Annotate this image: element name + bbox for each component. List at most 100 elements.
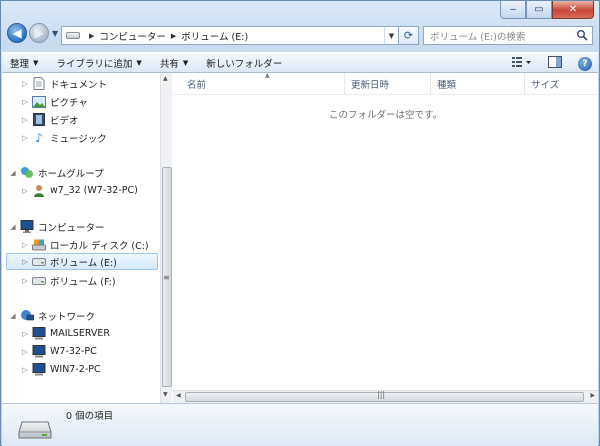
expand-arrow-icon[interactable]: ▷ bbox=[20, 187, 30, 195]
tree-item-pictures[interactable]: ▷ ピクチャ bbox=[2, 93, 158, 110]
tree-item-documents[interactable]: ▷ ドキュメント bbox=[2, 75, 158, 92]
expand-arrow-icon[interactable]: ▷ bbox=[20, 348, 30, 356]
organize-label: 整理 bbox=[10, 58, 30, 70]
nav-pane-scrollbar[interactable]: ▲ ≡ ▼ bbox=[160, 73, 172, 403]
collapse-arrow-icon[interactable]: ◢ bbox=[8, 223, 18, 231]
column-type[interactable]: 種類 bbox=[431, 73, 525, 95]
documents-icon bbox=[32, 77, 46, 91]
expand-arrow-icon[interactable]: ▷ bbox=[20, 258, 30, 266]
organize-menu[interactable]: 整理 ▼ bbox=[10, 56, 38, 70]
search-icon[interactable] bbox=[576, 29, 588, 44]
address-bar[interactable]: ▶ コンピューター ▶ ボリューム (E:) ▼ bbox=[61, 26, 399, 45]
tree-label: ボリューム (E:) bbox=[50, 257, 117, 269]
scroll-right-icon[interactable]: ▶ bbox=[590, 392, 595, 399]
tree-item-network[interactable]: ◢ ネットワーク bbox=[2, 307, 158, 324]
music-note-icon: ♪ bbox=[35, 130, 43, 145]
tree-label: ホームグループ bbox=[38, 168, 104, 180]
column-headers: ▲ 名前 更新日時 種類 サイズ bbox=[173, 72, 598, 95]
tree-item-mailserver[interactable]: ▷ MAILSERVER bbox=[2, 325, 158, 342]
collapse-arrow-icon[interactable]: ◢ bbox=[8, 312, 18, 320]
computer-icon bbox=[20, 220, 34, 234]
horizontal-scrollbar[interactable]: ◀ ||| ▶ bbox=[173, 390, 598, 403]
user-icon bbox=[32, 184, 46, 198]
column-modified-label: 更新日時 bbox=[351, 80, 390, 91]
tree-item-music[interactable]: ▷ ♪ ミュージック bbox=[2, 129, 158, 146]
expand-arrow-icon[interactable]: ▷ bbox=[20, 98, 30, 106]
tree-item-computer[interactable]: ◢ コンピューター bbox=[2, 218, 158, 235]
tree-label: ボリューム (F:) bbox=[50, 276, 116, 288]
expand-arrow-icon[interactable]: ▷ bbox=[20, 134, 30, 142]
new-folder-button[interactable]: 新しいフォルダー bbox=[206, 56, 282, 70]
tree-item-w7-32-pc[interactable]: ▷ W7-32-PC bbox=[2, 343, 158, 360]
recent-pages-dropdown-icon[interactable]: ▼ bbox=[52, 29, 58, 38]
preview-pane-icon[interactable] bbox=[548, 56, 562, 71]
chevron-down-icon: ▼ bbox=[182, 58, 189, 67]
breadcrumb-volume-e[interactable]: ボリューム (E:) bbox=[181, 29, 248, 43]
file-list-pane: ▲ 名前 更新日時 種類 サイズ このフォルダーは空です。 ◀ ||| ▶ bbox=[173, 72, 598, 403]
column-size[interactable]: サイズ bbox=[525, 73, 595, 95]
tree-item-win7-2-pc[interactable]: ▷ WIN7-2-PC bbox=[2, 361, 158, 378]
forward-button[interactable]: ▶ bbox=[29, 23, 49, 43]
tree-label: ローカル ディスク (C:) bbox=[50, 240, 149, 252]
expand-arrow-icon[interactable]: ▷ bbox=[20, 80, 30, 88]
back-button[interactable]: ◀ bbox=[7, 23, 27, 43]
tree-item-videos[interactable]: ▷ ビデオ bbox=[2, 111, 158, 128]
column-name[interactable]: 名前 bbox=[173, 73, 345, 95]
scroll-up-icon[interactable]: ▲ bbox=[163, 75, 168, 82]
network-computer-icon bbox=[32, 327, 46, 341]
scroll-left-icon[interactable]: ◀ bbox=[176, 392, 181, 399]
tree-label: MAILSERVER bbox=[50, 328, 111, 339]
item-count: 0 個の項目 bbox=[66, 411, 114, 422]
tree-label: ビデオ bbox=[50, 115, 79, 127]
breadcrumb-arrow-icon[interactable]: ▶ bbox=[171, 32, 176, 40]
tree-label: WIN7-2-PC bbox=[50, 364, 101, 375]
add-to-library-label: ライブラリに追加 bbox=[56, 58, 133, 70]
explorer-window: ‒ ▭ ✕ ◀ ▶ ▼ ▶ コンピューター ▶ ボリューム (E:) ▼ ⟳ ボ… bbox=[0, 0, 600, 446]
navigation-buttons: ◀ ▶ ▼ bbox=[7, 23, 58, 43]
help-icon[interactable]: ? bbox=[578, 56, 592, 71]
close-button[interactable]: ✕ bbox=[552, 1, 594, 19]
chevron-down-icon: ▼ bbox=[136, 58, 142, 67]
expand-arrow-icon[interactable]: ▷ bbox=[20, 241, 30, 249]
expand-arrow-icon[interactable]: ▷ bbox=[20, 330, 30, 338]
drive-icon bbox=[32, 274, 46, 288]
local-disk-icon bbox=[32, 238, 46, 252]
tree-label: コンピューター bbox=[38, 222, 105, 234]
add-to-library-menu[interactable]: ライブラリに追加 ▼ bbox=[56, 56, 141, 70]
share-menu[interactable]: 共有 ▼ bbox=[160, 56, 188, 70]
tree-item-homegroup-user[interactable]: ▷ w7_32 (W7-32-PC) bbox=[2, 182, 158, 199]
view-options-icon[interactable] bbox=[512, 56, 532, 71]
tree-label: w7_32 (W7-32-PC) bbox=[50, 185, 138, 196]
caption-buttons: ‒ ▭ ✕ bbox=[500, 1, 594, 19]
refresh-button[interactable]: ⟳ bbox=[399, 26, 419, 45]
expand-arrow-icon[interactable]: ▷ bbox=[20, 116, 30, 124]
minimize-button[interactable]: ‒ bbox=[500, 1, 526, 19]
tree-item-local-disk[interactable]: ▷ ローカル ディスク (C:) bbox=[2, 236, 158, 253]
network-computer-icon bbox=[32, 345, 46, 359]
maximize-button[interactable]: ▭ bbox=[526, 1, 552, 19]
network-icon bbox=[20, 309, 34, 323]
address-dropdown-icon[interactable]: ▼ bbox=[384, 27, 398, 44]
breadcrumb-arrow-icon[interactable]: ▶ bbox=[89, 32, 94, 40]
tree-label: W7-32-PC bbox=[50, 346, 97, 357]
video-icon bbox=[32, 113, 46, 127]
column-modified[interactable]: 更新日時 bbox=[345, 73, 431, 95]
content-area: ▷ ドキュメント ▷ ピクチャ ▷ ビデオ ▷ ♪ ミュージック ◢ ホームグル… bbox=[2, 72, 598, 403]
pictures-icon bbox=[32, 95, 46, 109]
expand-arrow-icon[interactable]: ▷ bbox=[20, 366, 30, 374]
details-pane: 0 個の項目 bbox=[2, 403, 598, 446]
column-name-label: 名前 bbox=[187, 80, 207, 91]
grip-icon: ||| bbox=[377, 390, 386, 399]
empty-folder-message: このフォルダーは空です。 bbox=[328, 110, 443, 121]
search-input[interactable]: ボリューム (E:)の検索 bbox=[423, 26, 593, 45]
search-placeholder: ボリューム (E:)の検索 bbox=[430, 31, 526, 43]
network-computer-icon bbox=[32, 363, 46, 377]
tree-item-homegroup[interactable]: ◢ ホームグループ bbox=[2, 164, 158, 181]
breadcrumb-computer[interactable]: コンピューター bbox=[99, 29, 166, 43]
tree-item-volume-f[interactable]: ▷ ボリューム (F:) bbox=[2, 272, 158, 289]
drive-icon bbox=[32, 255, 46, 269]
tree-item-volume-e[interactable]: ▷ ボリューム (E:) bbox=[6, 253, 158, 270]
expand-arrow-icon[interactable]: ▷ bbox=[20, 277, 30, 285]
collapse-arrow-icon[interactable]: ◢ bbox=[8, 169, 18, 177]
scroll-down-icon[interactable]: ▼ bbox=[163, 391, 168, 398]
